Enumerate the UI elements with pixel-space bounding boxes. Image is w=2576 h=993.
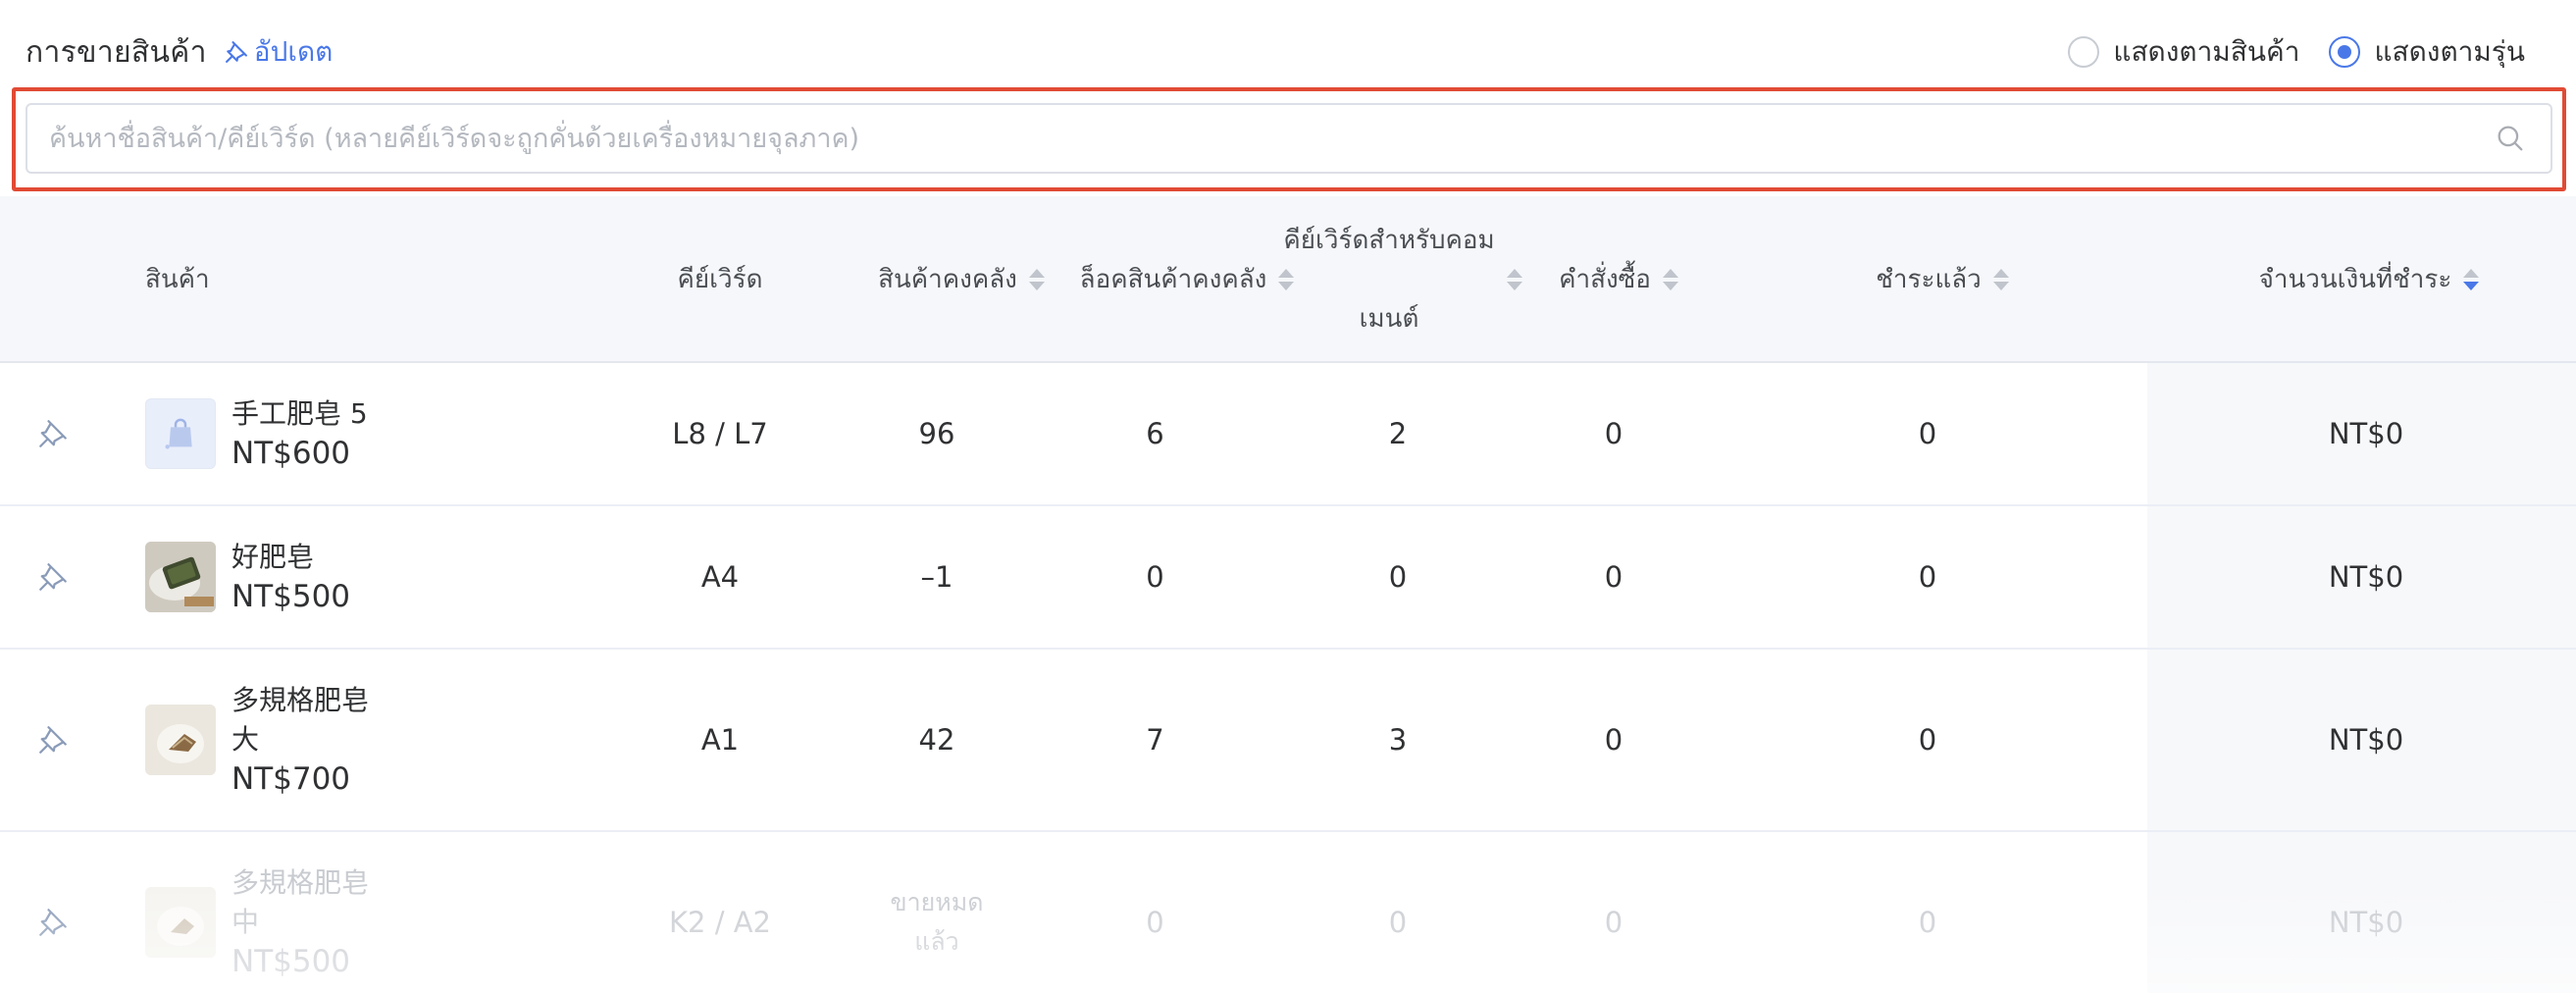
update-label: อัปเดต [253,35,334,68]
amount-cell: NT$0 [2328,723,2404,757]
radio-label: แสดงตามรุ่น [2374,35,2525,68]
orders-cell: 0 [1604,723,1623,757]
product-name-line1: 多規格肥皂 [232,866,370,899]
radio-label: แสดงตามสินค้า [2113,35,2300,68]
paid-cell: 0 [1918,417,1937,450]
table-row: 多規格肥皂 中 NT$500 K2 / A2 ขายหมด แล้ว 0 0 0… [0,832,2576,993]
locked-stock-cell: 0 [1146,560,1164,594]
page-title: การขายสินค้า [26,34,207,70]
keyword-cell: A1 [700,723,740,757]
pin-icon[interactable] [35,905,71,940]
radio-show-by-variant[interactable]: แสดงตามรุ่น [2329,30,2525,74]
sort-icon[interactable] [2463,269,2480,290]
product-cell: 多規格肥皂 中 NT$500 [145,832,388,993]
table-row: 好肥皂 NT$500 A4 –1 0 0 0 0 NT$0 [0,506,2576,650]
sold-out-line2: แล้ว [914,927,959,956]
product-photo [145,542,216,612]
keyword-cell: A4 [700,560,740,594]
product-photo [145,705,216,775]
col-amount-paid[interactable]: จำนวนเงินที่ชำระ [2237,196,2501,363]
product-thumbnail [145,887,216,958]
col-comment-keyword[interactable]: คีย์เวิร์ดสำหรับคอม เมนต์ [1275,196,1530,363]
keyword-cell: L8 / L7 [672,417,768,450]
col-keyword: คีย์เวิร์ด [677,265,763,294]
stock-cell: 96 [918,417,955,450]
pin-icon[interactable] [35,559,71,595]
product-name-line2: 中 [232,906,260,938]
view-mode-group: แสดงตามสินค้า แสดงตามรุ่น [2038,29,2525,75]
product-thumbnail [145,705,216,775]
sort-icon[interactable] [1506,269,1522,290]
orders-cell: 0 [1604,560,1623,594]
locked-stock-cell: 7 [1146,723,1164,757]
comment-keyword-cell: 2 [1388,417,1408,450]
product-cell: 手工肥皂 5 NT$600 [145,363,388,504]
radio-show-by-product[interactable]: แสดงตามสินค้า [2068,30,2299,74]
product-photo [145,887,216,958]
product-price: NT$500 [232,944,351,979]
comment-keyword-cell: 0 [1388,906,1408,939]
paid-cell: 0 [1918,906,1937,939]
stock-cell: –1 [920,560,953,594]
orders-cell: 0 [1604,906,1623,939]
update-link[interactable]: อัปเดต [223,30,334,74]
pin-icon[interactable] [35,722,71,758]
paid-cell: 0 [1918,723,1937,757]
col-paid[interactable]: ชำระแล้ว [1825,196,2060,363]
table-header: สินค้า คีย์เวิร์ด สินค้าคงคลัง ล็อคสินค้… [0,196,2576,363]
product-cell: 好肥皂 NT$500 [145,506,388,648]
product-thumbnail [145,542,216,612]
pin-icon[interactable] [35,416,71,451]
product-price: NT$600 [232,436,351,471]
search-icon[interactable] [2494,122,2527,155]
product-cell: 多規格肥皂 大 NT$700 [145,650,388,830]
comment-keyword-line2: เมนต์ [1359,304,1419,334]
product-name: 手工肥皂 5 [232,397,368,430]
sales-table: สินค้า คีย์เวิร์ด สินค้าคงคลัง ล็อคสินค้… [0,196,2576,993]
comment-keyword-cell: 3 [1388,723,1408,757]
col-orders[interactable]: คำสั่งซื้อ [1530,196,1707,363]
amount-cell: NT$0 [2328,560,2404,594]
amount-cell: NT$0 [2328,417,2404,450]
sort-icon[interactable] [1992,269,2009,290]
product-price: NT$700 [232,761,351,797]
table-row: 多規格肥皂 大 NT$700 A1 42 7 3 0 0 NT$0 [0,650,2576,832]
page-header: การขายสินค้า อัปเดต [26,27,333,77]
locked-stock-cell: 0 [1146,906,1164,939]
col-product: สินค้า [145,265,210,294]
pin-icon [225,41,247,63]
product-thumbnail [145,398,216,469]
search-input[interactable] [27,105,2494,172]
stock-cell: ขายหมด แล้ว [844,832,1030,993]
product-name-line2: 大 [232,723,260,756]
sold-out-line1: ขายหมด [890,888,984,916]
shopping-bag-icon [165,418,192,449]
radio-circle [2329,36,2361,68]
locked-stock-cell: 6 [1146,417,1164,450]
amount-cell: NT$0 [2328,906,2404,939]
orders-cell: 0 [1604,417,1623,450]
table-row: 手工肥皂 5 NT$600 L8 / L7 96 6 2 0 0 NT$0 [0,363,2576,506]
stock-cell: 42 [918,723,955,757]
sort-icon[interactable] [1662,269,1678,290]
product-name: 好肥皂 [232,541,315,573]
comment-keyword-cell: 0 [1388,560,1408,594]
paid-cell: 0 [1918,560,1937,594]
search-box [26,103,2552,174]
product-price: NT$500 [232,579,351,614]
radio-circle [2068,36,2100,68]
keyword-cell: K2 / A2 [669,906,771,939]
comment-keyword-line1: คีย์เวิร์ดสำหรับคอม [1283,226,1495,255]
product-name-line1: 多規格肥皂 [232,684,370,716]
